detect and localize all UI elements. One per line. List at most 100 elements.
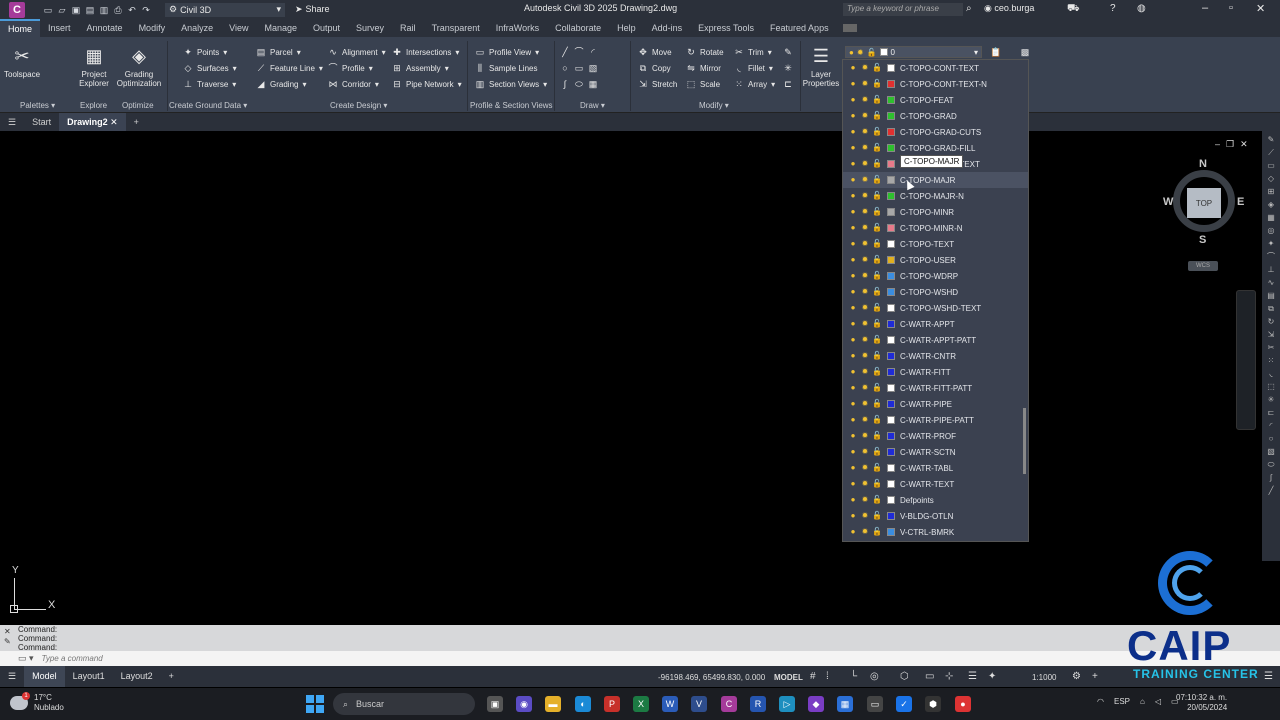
task-view-icon[interactable]: ▣ — [487, 696, 503, 712]
sun-icon[interactable]: ✹ — [860, 111, 870, 121]
tool-icon[interactable]: ✳ — [1266, 395, 1276, 405]
tool-icon[interactable]: ◜ — [1266, 421, 1276, 431]
app-icon[interactable]: ✓ — [896, 696, 912, 712]
trim-button[interactable]: ✂ Trim ▾ — [734, 46, 772, 58]
layer-color-swatch[interactable] — [887, 400, 895, 408]
layer-color-swatch[interactable] — [887, 160, 895, 168]
tool-icon[interactable]: ⊏ — [1266, 408, 1276, 418]
word-icon[interactable]: W — [662, 696, 678, 712]
layer-color-swatch[interactable] — [887, 416, 895, 424]
grading-optimization-button[interactable]: ◈ Grading Optimization — [115, 45, 163, 89]
tool-icon[interactable]: ✂ — [1266, 343, 1276, 353]
add-layout-icon[interactable]: + — [161, 666, 182, 687]
lock-icon[interactable]: 🔓 — [872, 447, 882, 457]
bulb-icon[interactable]: ● — [848, 463, 858, 473]
layer-row[interactable]: ● ✹ 🔓 C-TOPO-CONT-TEXT — [843, 60, 1028, 76]
tool-icon[interactable]: ▤ — [1266, 291, 1276, 301]
layer-row[interactable]: ● ✹ 🔓 C-TOPO-MINR-N — [843, 220, 1028, 236]
layer-color-swatch[interactable] — [887, 464, 895, 472]
language-indicator[interactable]: ESP — [1114, 697, 1130, 706]
sun-icon[interactable]: ✹ — [860, 175, 870, 185]
command-input-row[interactable]: ▭ ▾ Type a command — [0, 651, 1280, 666]
osnap-icon[interactable]: ▭ — [925, 671, 934, 682]
compass-west[interactable]: W — [1163, 196, 1173, 208]
tool-icon[interactable]: ▧ — [1266, 447, 1276, 457]
layer-list-scrollbar[interactable] — [1023, 408, 1026, 474]
sun-icon[interactable]: ✹ — [860, 463, 870, 473]
mirror-button[interactable]: ⇋ Mirror — [686, 62, 721, 74]
new-file-icon[interactable]: ▭ — [43, 5, 53, 15]
layer-row[interactable]: ● ✹ 🔓 C-WATR-PROF — [843, 428, 1028, 444]
bulb-icon[interactable]: ● — [848, 191, 858, 201]
lock-icon[interactable]: 🔓 — [872, 143, 882, 153]
bulb-icon[interactable]: ● — [848, 127, 858, 137]
tool-icon[interactable]: ◟ — [1266, 369, 1276, 379]
layer-row[interactable]: ● ✹ 🔓 C-TOPO-WDRP — [843, 268, 1028, 284]
section-views-button[interactable]: ▥ Section Views ▾ — [475, 78, 547, 90]
tool-icon[interactable]: ⌒ — [1266, 252, 1276, 262]
layer-color-swatch[interactable] — [887, 272, 895, 280]
cart-icon[interactable]: ⛟ — [1067, 3, 1080, 16]
menu-icon[interactable]: ☰ — [0, 113, 24, 131]
lock-icon[interactable]: 🔓 — [872, 527, 882, 537]
bulb-icon[interactable]: ● — [848, 351, 858, 361]
tool-icon[interactable]: ∿ — [1266, 278, 1276, 288]
layout-tab-layout2[interactable]: Layout2 — [113, 666, 161, 687]
sun-icon[interactable]: ✹ — [860, 527, 870, 537]
bulb-icon[interactable]: ● — [848, 223, 858, 233]
bulb-icon[interactable]: ● — [848, 175, 858, 185]
menu-icon[interactable]: ☰ — [0, 666, 24, 687]
layer-row[interactable]: ● ✹ 🔓 C-TOPO-WSHD-TEXT — [843, 300, 1028, 316]
tab-output[interactable]: Output — [305, 19, 348, 37]
maximize-icon[interactable]: ▫ — [1229, 2, 1233, 14]
bulb-icon[interactable]: ● — [848, 255, 858, 265]
layer-color-swatch[interactable] — [887, 512, 895, 520]
tool-icon[interactable]: ▦ — [1266, 213, 1276, 223]
lock-icon[interactable]: 🔓 — [872, 415, 882, 425]
panel-modify[interactable]: Modify ▾ — [699, 101, 729, 110]
wrench-icon[interactable]: ✎ — [4, 637, 11, 647]
surfaces-button[interactable]: ◇ Surfaces ▾ — [183, 62, 237, 74]
layer-row[interactable]: ● ✹ 🔓 C-WATR-TEXT — [843, 476, 1028, 492]
feature-line-button[interactable]: ⟋ Feature Line ▾ — [256, 62, 323, 74]
layer-color-swatch[interactable] — [887, 320, 895, 328]
tab-survey[interactable]: Survey — [348, 19, 392, 37]
taskbar-search[interactable]: ⌕ Buscar — [333, 693, 475, 715]
tool-icon[interactable]: ↻ — [1266, 317, 1276, 327]
sun-icon[interactable]: ✹ — [860, 63, 870, 73]
sun-icon[interactable]: ✹ — [860, 351, 870, 361]
intersections-button[interactable]: ✚ Intersections ▾ — [392, 46, 459, 58]
teams-icon[interactable]: ◉ — [516, 696, 532, 712]
pencil-icon[interactable]: ✎ — [783, 46, 793, 58]
corridor-button[interactable]: ⋈ Corridor ▾ — [328, 78, 379, 90]
layer-row[interactable]: ● ✹ 🔓 V-CTRL-BMRK — [843, 524, 1028, 540]
sun-icon[interactable]: ✹ — [860, 239, 870, 249]
bulb-icon[interactable]: ● — [848, 207, 858, 217]
civil3d-taskbar-icon[interactable]: C — [721, 696, 737, 712]
compass-north[interactable]: N — [1199, 158, 1207, 170]
layer-row[interactable]: ● ✹ 🔓 Defpoints — [843, 492, 1028, 508]
minimize-icon[interactable]: – — [1215, 139, 1220, 150]
app-icon[interactable]: ▭ — [867, 696, 883, 712]
undo-icon[interactable]: ↶ — [127, 5, 137, 15]
lock-icon[interactable]: 🔓 — [872, 383, 882, 393]
draw-line-icon[interactable]: ╱ ⌒ ◜ — [560, 46, 598, 58]
layer-row[interactable]: ● ✹ 🔓 C-WATR-PIPE-PATT — [843, 412, 1028, 428]
sun-icon[interactable]: ✹ — [860, 159, 870, 169]
ortho-icon[interactable]: └ — [850, 671, 857, 682]
new-tab-icon[interactable]: + — [126, 113, 147, 131]
tool-icon[interactable]: ▭ — [1266, 161, 1276, 171]
layer-row[interactable]: ● ✹ 🔓 C-TOPO-TEXT — [843, 236, 1028, 252]
layer-row[interactable]: ● ✹ 🔓 C-WATR-FITT — [843, 364, 1028, 380]
layer-color-swatch[interactable] — [887, 288, 895, 296]
layer-row[interactable]: ● ✹ 🔓 C-TOPO-FEAT — [843, 92, 1028, 108]
layer-row[interactable]: ● ✹ 🔓 C-WATR-PIPE — [843, 396, 1028, 412]
layer-row[interactable]: ● ✹ 🔓 C-TOPO-MAJR-N — [843, 188, 1028, 204]
lock-icon[interactable]: 🔓 — [872, 367, 882, 377]
tool-icon[interactable]: ✎ — [1266, 135, 1276, 145]
layer-color-swatch[interactable] — [887, 528, 895, 536]
layout-tab-layout1[interactable]: Layout1 — [65, 666, 113, 687]
tool-icon[interactable]: ◇ — [1266, 174, 1276, 184]
lock-icon[interactable]: 🔓 — [872, 127, 882, 137]
layer-row[interactable]: ● ✹ 🔓 C-WATR-TABL — [843, 460, 1028, 476]
